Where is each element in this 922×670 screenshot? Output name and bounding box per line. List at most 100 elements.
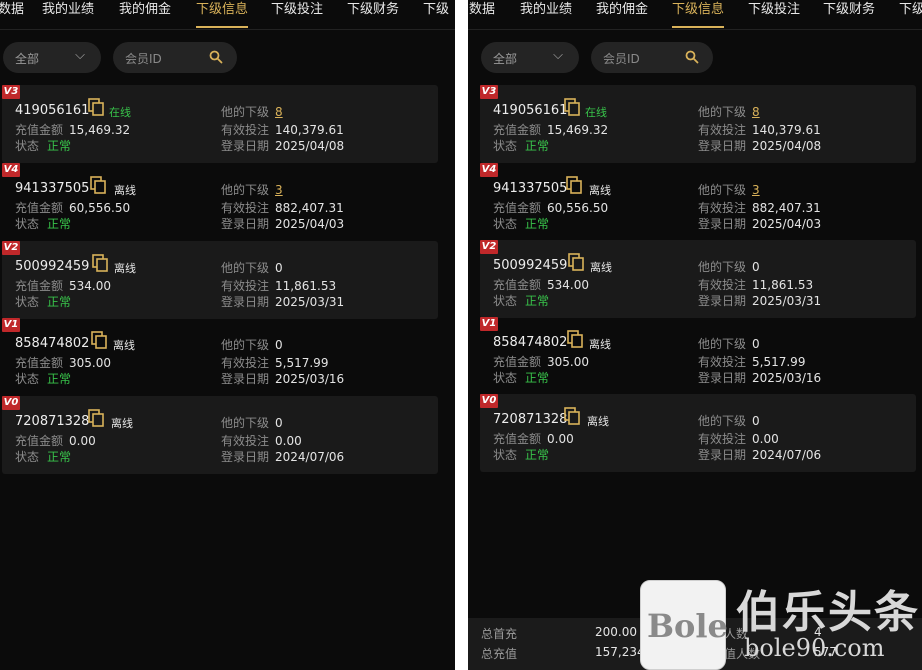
subordinates-value: 0 (752, 260, 760, 274)
online-status: 离线 (590, 261, 612, 274)
login-date-label: 登录日期 (698, 371, 747, 385)
subordinates-value[interactable]: 8 (275, 105, 283, 119)
first-recharge-value: 200.00 (595, 625, 637, 639)
member-card[interactable]: V2 500992459 离线 充值金额 534.00 状态 正常 他的下级 0 有效… (2, 241, 438, 319)
subordinates-label: 他的下级 (221, 338, 270, 352)
status-label: 状态 (15, 139, 40, 153)
member-card[interactable]: V1 858474802 离线 充值金额 305.00 状态 正常 他的下级 0 有效… (480, 317, 916, 395)
tab-my-commission[interactable]: 我的佣金 (596, 2, 648, 18)
recharge-value: 0.00 (547, 432, 574, 446)
tab-my-performance[interactable]: 我的业绩 (520, 2, 572, 18)
copy-icon[interactable] (88, 409, 104, 427)
member-card[interactable]: V2 500992459 离线 充值金额 534.00 状态 正常 他的下级 0 有效… (480, 240, 916, 318)
valid-bet-label: 有效投注 (221, 356, 270, 370)
subordinates-value: 0 (752, 414, 760, 428)
login-date-value: 2025/03/16 (275, 372, 345, 386)
watermark-url: bole90.com (744, 634, 885, 662)
valid-bet-label: 有效投注 (221, 434, 270, 448)
subordinates-value[interactable]: 3 (752, 183, 760, 197)
subordinates-value[interactable]: 3 (275, 183, 283, 197)
member-id: 500992459 (15, 259, 90, 274)
copy-icon[interactable] (564, 407, 580, 425)
subordinates-label: 他的下级 (698, 105, 747, 119)
copy-icon[interactable] (567, 330, 583, 348)
subordinates-label: 他的下级 (698, 183, 747, 197)
member-card[interactable]: V1 858474802 离线 充值金额 305.00 状态 正常 他的下级 0 有效… (2, 318, 438, 396)
search-icon[interactable] (209, 50, 223, 64)
search-icon[interactable] (685, 50, 699, 64)
recharge-value: 60,556.50 (547, 201, 609, 215)
member-card[interactable]: V0 720871328 离线 充值金额 0.00 状态 正常 他的下级 0 有效投注… (2, 396, 438, 474)
member-card[interactable]: V4 941337505 离线 充值金额 60,556.50 状态 正常 他的下级 3… (480, 163, 916, 241)
valid-bet-value: 5,517.99 (752, 355, 806, 369)
tab-data[interactable]: 数据 (469, 2, 495, 18)
subordinates-value[interactable]: 8 (752, 105, 760, 119)
valid-bet-label: 有效投注 (698, 123, 747, 137)
status-label: 状态 (15, 295, 40, 309)
recharge-value: 0.00 (69, 434, 96, 448)
level-badge: V4 (2, 163, 20, 177)
login-date-value: 2025/04/03 (275, 217, 345, 231)
status-value: 正常 (525, 371, 550, 385)
level-select[interactable]: 全部 ⌵ (3, 42, 101, 73)
member-card[interactable]: V3 419056161 在线 充值金额 15,469.32 状态 正常 他的下级 8… (2, 85, 438, 163)
status-label: 状态 (15, 450, 40, 464)
online-status: 在线 (585, 106, 607, 119)
status-label: 状态 (493, 217, 518, 231)
tab-sub-finance[interactable]: 下级财务 (823, 2, 875, 18)
member-id: 858474802 (493, 335, 568, 350)
status-value: 正常 (525, 217, 550, 231)
online-status: 离线 (587, 415, 609, 428)
copy-icon[interactable] (92, 254, 108, 272)
status-value: 正常 (47, 217, 72, 231)
level-select[interactable]: 全部 ⌵ (481, 42, 579, 73)
subordinates-value: 0 (275, 416, 283, 430)
copy-icon[interactable] (90, 176, 106, 194)
level-badge: V1 (2, 318, 20, 332)
copy-icon[interactable] (91, 331, 107, 349)
recharge-label: 充值金额 (15, 434, 64, 448)
tab-my-commission[interactable]: 我的佣金 (119, 2, 171, 18)
copy-icon[interactable] (566, 176, 582, 194)
copy-icon[interactable] (88, 98, 104, 116)
tab-sub-finance[interactable]: 下级财务 (347, 2, 399, 18)
tab-sub-bets[interactable]: 下级投注 (271, 2, 323, 18)
recharge-label: 充值金额 (15, 279, 64, 293)
login-date-value: 2024/07/06 (275, 450, 345, 464)
online-status: 离线 (111, 417, 133, 430)
tab-my-performance[interactable]: 我的业绩 (42, 2, 94, 18)
recharge-label: 充值金额 (493, 278, 542, 292)
subordinates-label: 他的下级 (221, 261, 270, 275)
recharge-label: 充值金额 (493, 201, 542, 215)
valid-bet-label: 有效投注 (221, 201, 270, 215)
recharge-label: 充值金额 (15, 123, 64, 137)
chevron-down-icon: ⌵ (553, 48, 563, 63)
copy-icon[interactable] (568, 253, 584, 271)
member-id-search[interactable]: 会员ID (113, 42, 237, 73)
tab-sub-info[interactable]: 下级信息 (672, 2, 725, 28)
valid-bet-label: 有效投注 (698, 278, 747, 292)
member-id-search[interactable]: 会员ID (591, 42, 713, 73)
subordinates-value: 0 (752, 337, 760, 351)
tab-sub-bets[interactable]: 下级投注 (748, 2, 800, 18)
tab-data[interactable]: 数据 (0, 2, 24, 18)
valid-bet-value: 0.00 (752, 432, 779, 446)
status-label: 状态 (493, 448, 518, 462)
member-card[interactable]: V3 419056161 在线 充值金额 15,469.32 状态 正常 他的下级 8… (480, 85, 916, 163)
member-id-placeholder: 会员ID (125, 52, 162, 66)
online-status: 离线 (113, 339, 135, 352)
login-date-value: 2025/04/08 (752, 139, 822, 153)
recharge-label: 充值金额 (15, 201, 64, 215)
recharge-label: 充值金额 (493, 355, 542, 369)
recharge-value: 534.00 (69, 279, 112, 293)
recharge-value: 305.00 (547, 355, 590, 369)
screenshot-left: 数据 我的业绩 我的佣金 下级信息 下级投注 下级财务 下级 全部 ⌵ 会员ID… (0, 0, 455, 670)
tab-sub-more[interactable]: 下级 (899, 2, 922, 18)
member-card[interactable]: V4 941337505 离线 充值金额 60,556.50 状态 正常 他的下级 3… (2, 163, 438, 241)
recharge-label: 充值金额 (493, 432, 542, 446)
member-card[interactable]: V0 720871328 离线 充值金额 0.00 状态 正常 他的下级 0 有效投注… (480, 394, 916, 472)
copy-icon[interactable] (564, 98, 580, 116)
tab-sub-more[interactable]: 下级 (423, 2, 449, 18)
level-badge: V0 (2, 396, 20, 410)
tab-sub-info[interactable]: 下级信息 (196, 2, 249, 28)
